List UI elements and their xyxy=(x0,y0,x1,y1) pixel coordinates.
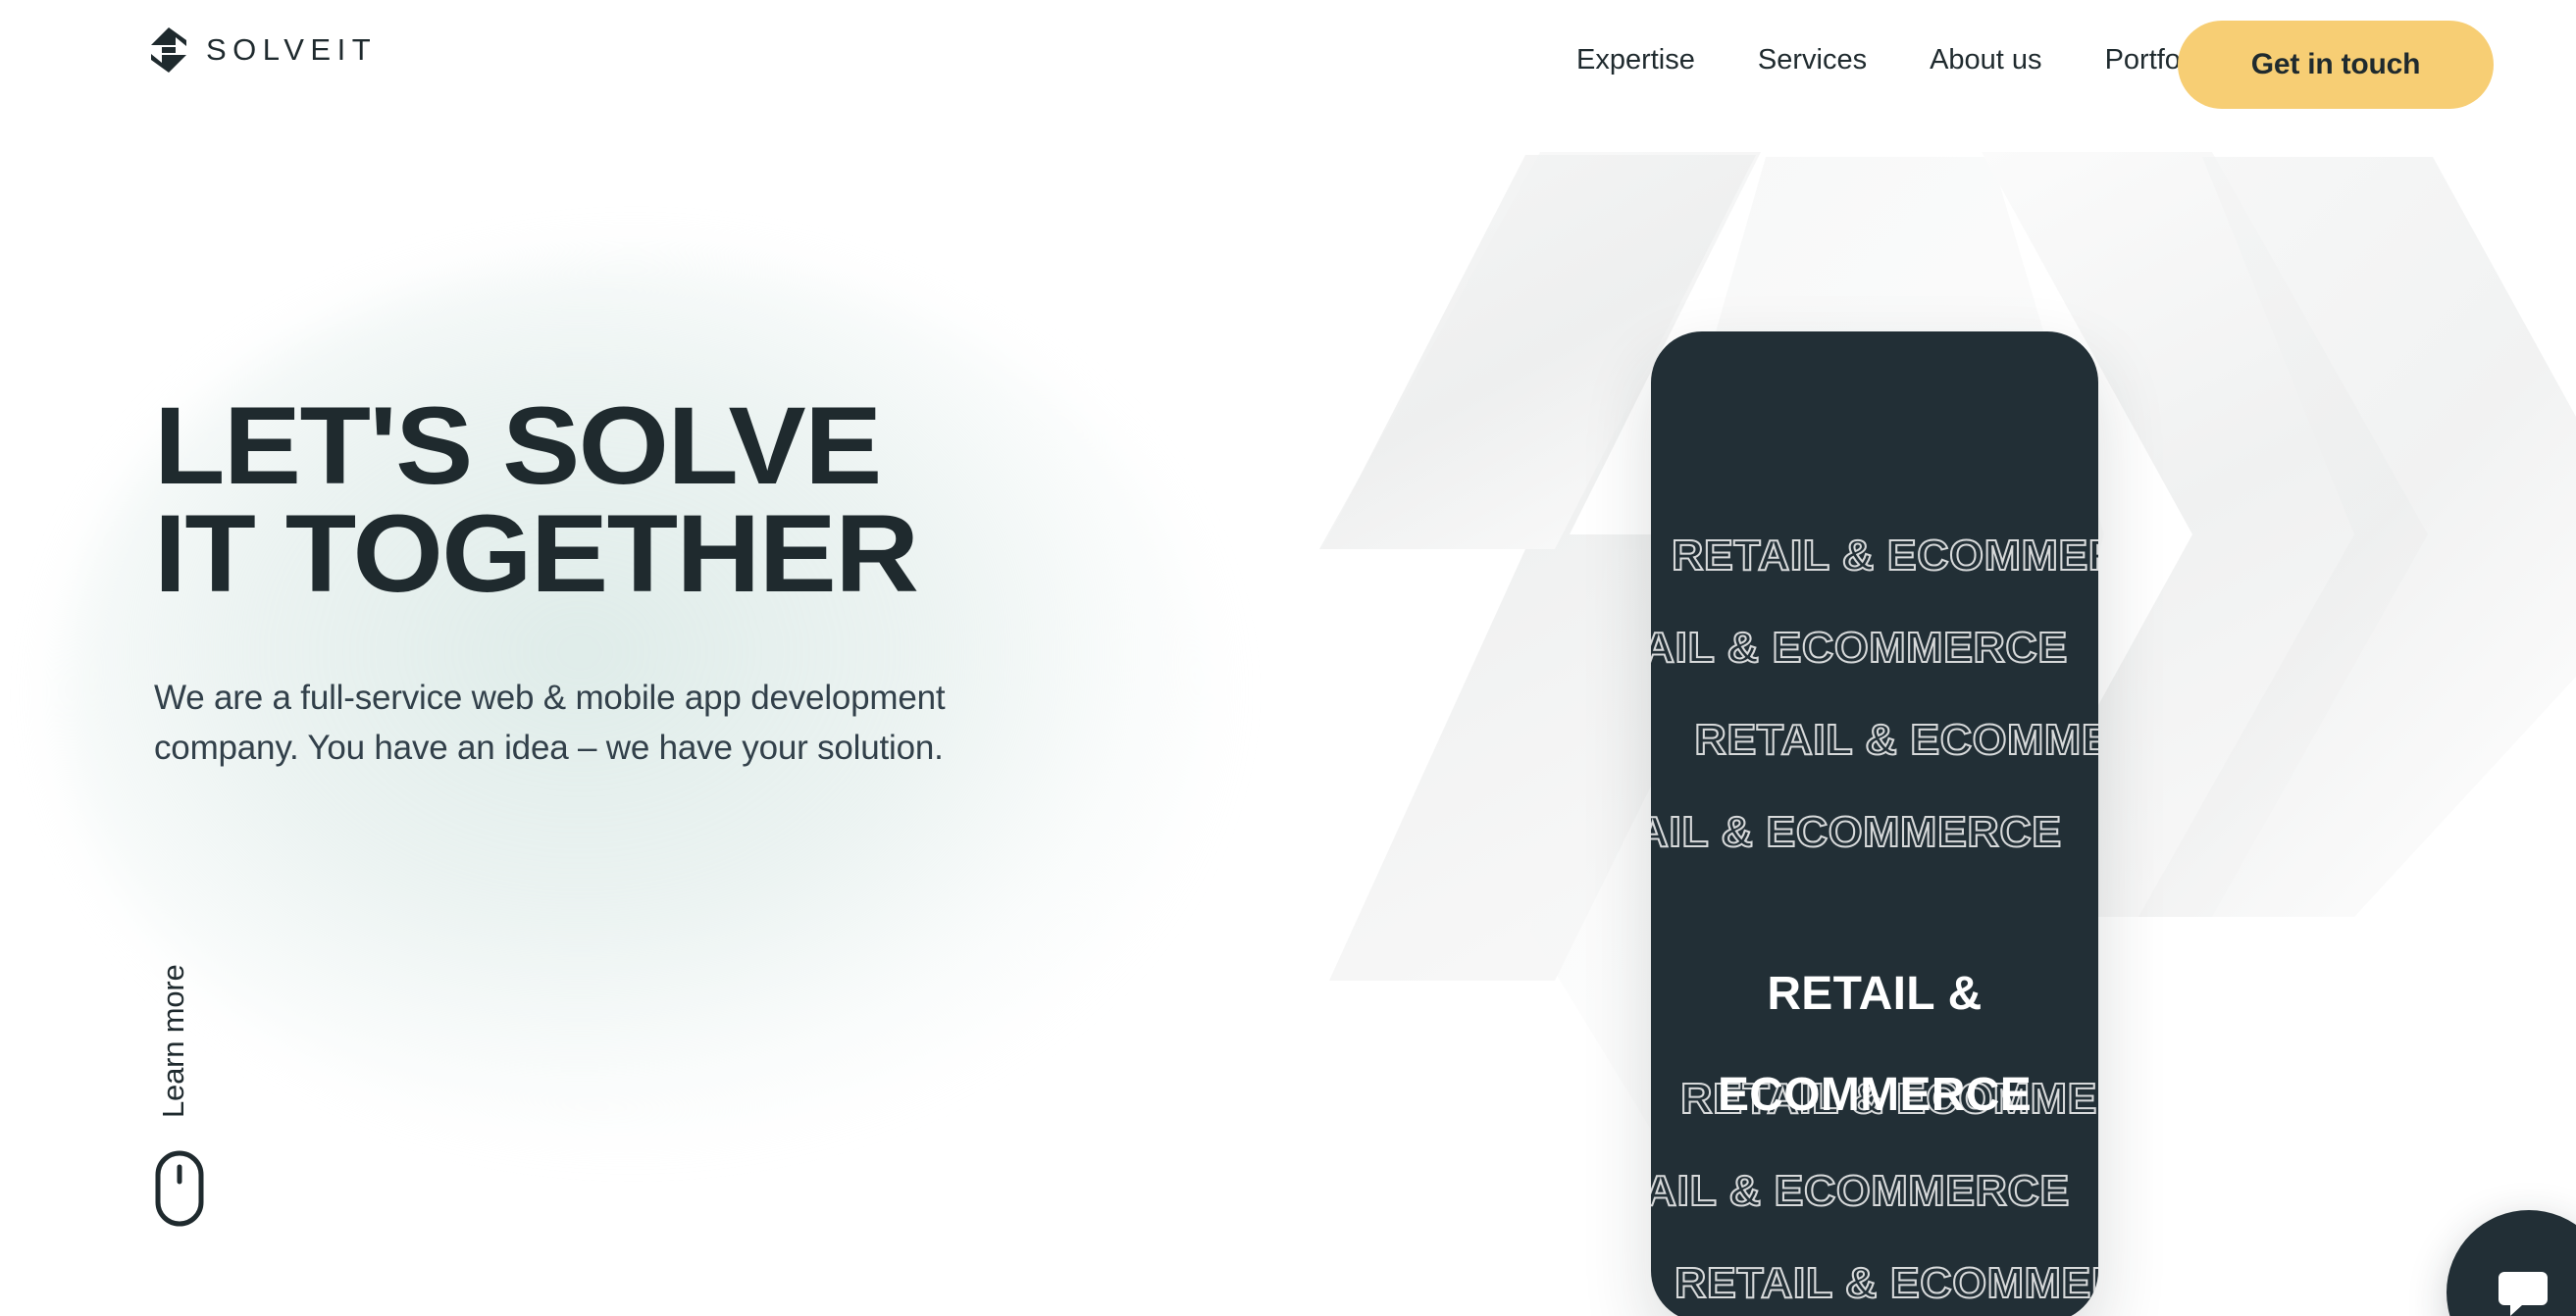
solveit-diamond-logo-icon xyxy=(151,27,186,73)
ticker-row: RETAIL & ECOMMERCE xyxy=(1679,1074,2098,1124)
landing-page: SOLVEIT Expertise Services About us Port… xyxy=(0,0,2576,1316)
nav-item-services[interactable]: Services xyxy=(1726,44,1898,76)
learn-more-label: Learn more xyxy=(156,964,190,1118)
nav-item-about-us[interactable]: About us xyxy=(1898,44,2073,76)
ticker-row: RETAIL & ECOMMERCE xyxy=(1693,715,2098,765)
site-header: SOLVEIT Expertise Services About us Port… xyxy=(0,0,2576,109)
chat-bubble-icon xyxy=(2499,1272,2548,1316)
ticker-row: RETAIL & ECOMMERCE xyxy=(1651,807,2062,857)
ticker-row: RETAIL & ECOMMERCE xyxy=(1651,1166,2070,1216)
ticker-row: RETAIL & ECOMMERCE xyxy=(1671,531,2098,581)
hero-subtitle: We are a full-service web & mobile app d… xyxy=(154,678,946,767)
chat-widget-button[interactable] xyxy=(2447,1210,2576,1316)
highlight-line-1: RETAIL & xyxy=(1767,967,1983,1020)
page-title: LET'S SOLVE IT TOGETHER xyxy=(154,384,919,615)
hero-content: LET'S SOLVE IT TOGETHER We are a full-se… xyxy=(154,391,946,773)
nav-item-expertise[interactable]: Expertise xyxy=(1576,44,1726,76)
ticker-row: RETAIL & ECOMMERCE xyxy=(1651,623,2068,673)
mouse-scroll-icon xyxy=(155,1150,204,1227)
brand-name: SOLVEIT xyxy=(206,32,378,67)
get-in-touch-button[interactable]: Get in touch xyxy=(2178,21,2494,109)
retail-ecommerce-card: RETAIL & ECOMMERCE RETAIL & ECOMMERCE RE… xyxy=(1651,331,2098,1316)
brand-logo[interactable]: SOLVEIT xyxy=(149,27,377,73)
scroll-hint[interactable]: Learn more xyxy=(154,912,205,1228)
ticker-row: RETAIL & ECOMMERCE xyxy=(1674,1258,2098,1308)
